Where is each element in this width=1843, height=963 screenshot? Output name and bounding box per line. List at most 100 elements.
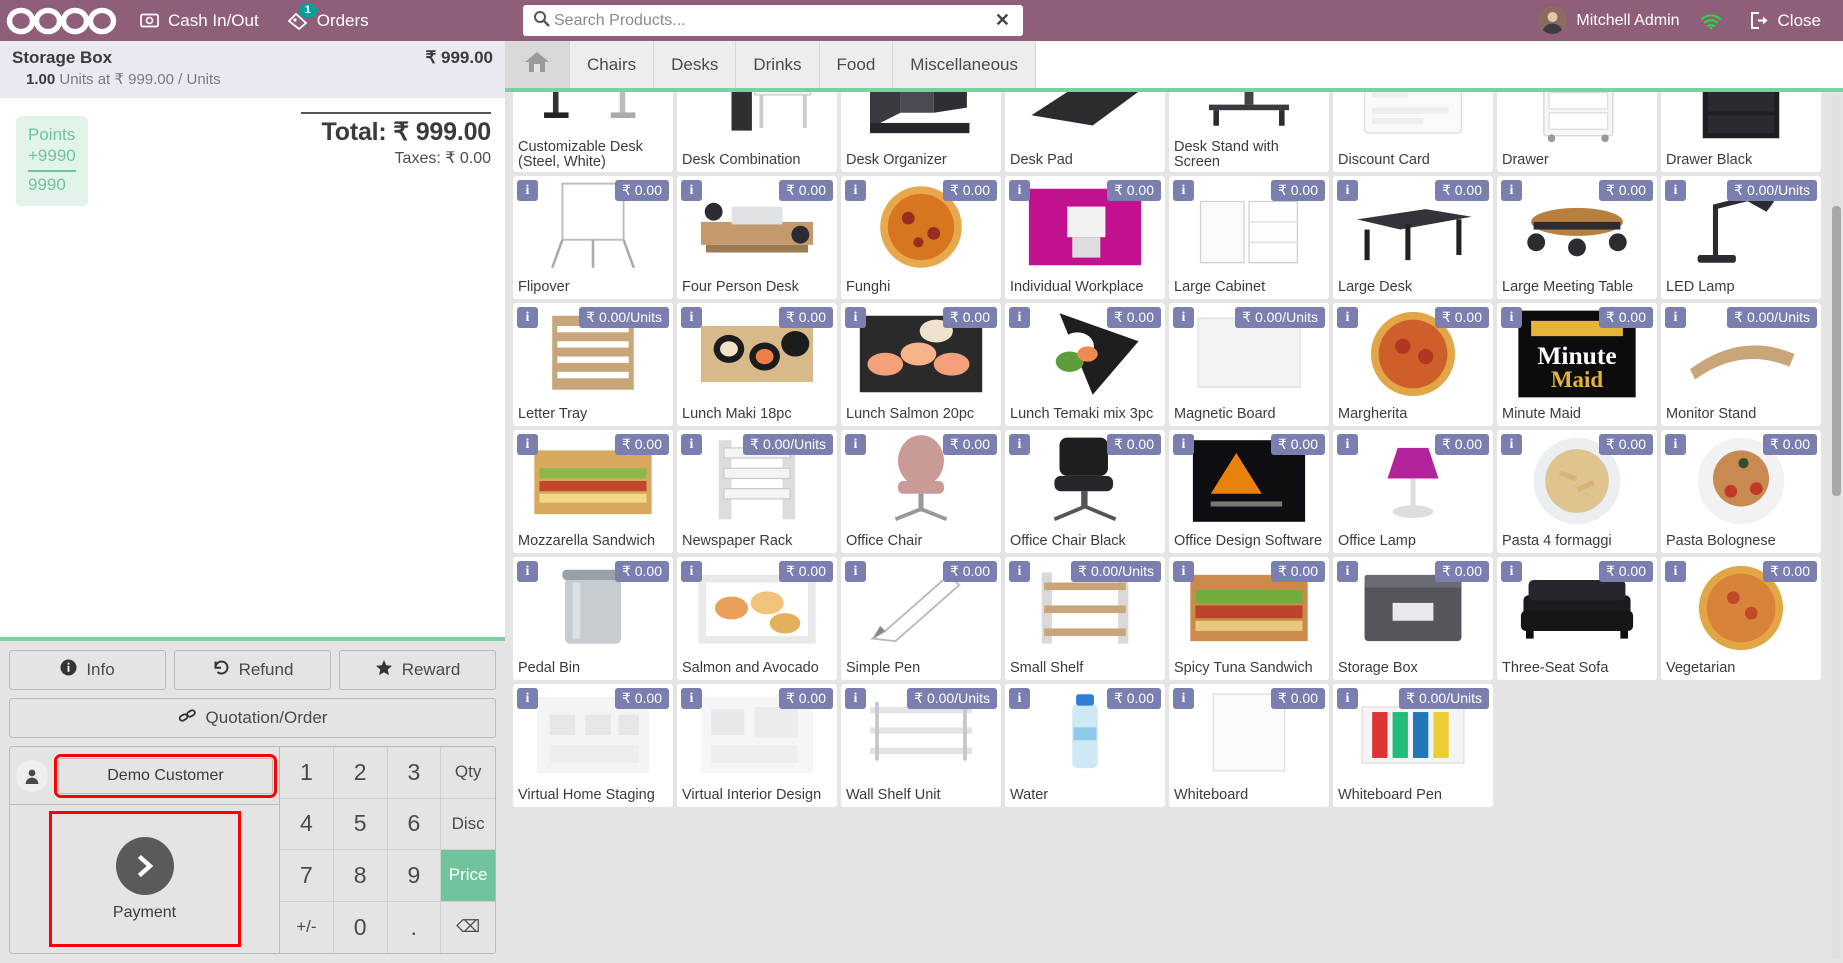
product-info-icon[interactable]: i	[1665, 180, 1686, 201]
product-info-icon[interactable]: i	[845, 180, 866, 201]
product-info-icon[interactable]: i	[845, 307, 866, 328]
product-card[interactable]: i ₹ 0.00 Office Chair Black	[1005, 430, 1165, 553]
category-tab-drinks[interactable]: Drinks	[736, 41, 820, 88]
product-card[interactable]: i ₹ 0.00/Units Wall Shelf Unit	[841, 684, 1001, 807]
product-info-icon[interactable]: i	[1665, 561, 1686, 582]
product-info-icon[interactable]: i	[1009, 688, 1030, 709]
product-card[interactable]: i ₹ 0.00 Water	[1005, 684, 1165, 807]
product-info-icon[interactable]: i	[1173, 434, 1194, 455]
product-card[interactable]: i ₹ 0.00/Units Magnetic Board	[1169, 303, 1329, 426]
product-card[interactable]: i ₹ 0.00/Units Newspaper Rack	[677, 430, 837, 553]
product-info-icon[interactable]: i	[1337, 307, 1358, 328]
product-card[interactable]: Desk Pad	[1005, 92, 1165, 172]
numpad-key-9[interactable]: 9	[387, 850, 442, 902]
product-info-icon[interactable]: i	[1337, 561, 1358, 582]
product-info-icon[interactable]: i	[1501, 561, 1522, 582]
numpad-key-[interactable]: ⌫	[441, 901, 495, 953]
numpad-key-6[interactable]: 6	[387, 798, 442, 850]
product-card[interactable]: i ₹ 0.00 Large Cabinet	[1169, 176, 1329, 299]
avatar[interactable]	[1539, 7, 1567, 34]
numpad-key-Price[interactable]: Price	[441, 850, 495, 902]
product-card[interactable]: i ₹ 0.00 Mozzarella Sandwich	[513, 430, 673, 553]
numpad-key-[interactable]: +/-	[280, 901, 334, 953]
order-line[interactable]: Storage Box ₹ 999.00 1.00 Units at ₹ 999…	[0, 41, 505, 98]
product-card[interactable]: i ₹ 0.00 Margherita	[1333, 303, 1493, 426]
product-card[interactable]: i ₹ 0.00 Four Person Desk	[677, 176, 837, 299]
product-info-icon[interactable]: i	[517, 307, 538, 328]
product-info-icon[interactable]: i	[1665, 434, 1686, 455]
odoo-logo[interactable]	[6, 7, 126, 35]
product-card[interactable]: i ₹ 0.00 Storage Box	[1333, 557, 1493, 680]
product-info-icon[interactable]: i	[845, 688, 866, 709]
product-info-icon[interactable]: i	[1173, 561, 1194, 582]
product-info-icon[interactable]: i	[681, 688, 702, 709]
numpad-key-Disc[interactable]: Disc	[441, 798, 495, 850]
category-tab-miscellaneous[interactable]: Miscellaneous	[893, 41, 1037, 88]
reward-button[interactable]: Reward	[339, 650, 496, 690]
product-card[interactable]: Desk Stand with Screen	[1169, 92, 1329, 172]
clear-search-icon[interactable]: ✕	[992, 10, 1013, 31]
product-card[interactable]: i ₹ 0.00 Individual Workplace	[1005, 176, 1165, 299]
category-tab-home[interactable]	[505, 41, 570, 88]
product-info-icon[interactable]: i	[1501, 180, 1522, 201]
vertical-scrollbar[interactable]	[1832, 96, 1841, 959]
product-card[interactable]: Customizable Desk (Steel, White)	[513, 92, 673, 172]
product-info-icon[interactable]: i	[517, 180, 538, 201]
product-card[interactable]: i ₹ 0.00 Office Design Software	[1169, 430, 1329, 553]
product-card[interactable]: i ₹ 0.00 Spicy Tuna Sandwich	[1169, 557, 1329, 680]
product-info-icon[interactable]: i	[1337, 434, 1358, 455]
product-card[interactable]: i ₹ 0.00 Office Lamp	[1333, 430, 1493, 553]
product-info-icon[interactable]: i	[681, 561, 702, 582]
product-info-icon[interactable]: i	[1501, 434, 1522, 455]
product-card[interactable]: i ₹ 0.00 Simple Pen	[841, 557, 1001, 680]
numpad-key-Qty[interactable]: Qty	[441, 747, 495, 799]
numpad-key-8[interactable]: 8	[333, 850, 388, 902]
wifi-icon[interactable]	[1688, 13, 1734, 29]
category-tab-chairs[interactable]: Chairs	[570, 41, 655, 88]
product-card[interactable]: i ₹ 0.00 Flipover	[513, 176, 673, 299]
product-info-icon[interactable]: i	[1173, 307, 1194, 328]
numpad-key-4[interactable]: 4	[280, 798, 334, 850]
numpad-key-5[interactable]: 5	[333, 798, 388, 850]
product-info-icon[interactable]: i	[1009, 180, 1030, 201]
product-card[interactable]: Minute Maid i ₹ 0.00 Minute Maid	[1497, 303, 1657, 426]
product-info-icon[interactable]: i	[1009, 561, 1030, 582]
product-card[interactable]: i ₹ 0.00/Units Whiteboard Pen	[1333, 684, 1493, 807]
product-info-icon[interactable]: i	[681, 180, 702, 201]
product-card[interactable]: i ₹ 0.00 Whiteboard	[1169, 684, 1329, 807]
search-input[interactable]	[554, 11, 992, 30]
scrollbar-thumb[interactable]	[1832, 206, 1841, 496]
customer-button[interactable]: Demo Customer	[54, 753, 277, 798]
product-card[interactable]: i ₹ 0.00/Units Monitor Stand	[1661, 303, 1821, 426]
numpad-key-7[interactable]: 7	[280, 850, 334, 902]
product-info-icon[interactable]: i	[1009, 434, 1030, 455]
product-card[interactable]: Discount Card	[1333, 92, 1493, 172]
product-card[interactable]: i ₹ 0.00/Units Small Shelf	[1005, 557, 1165, 680]
numpad-key-0[interactable]: 0	[333, 901, 388, 953]
product-info-icon[interactable]: i	[517, 561, 538, 582]
product-card[interactable]: i ₹ 0.00 Three-Seat Sofa	[1497, 557, 1657, 680]
orders-button[interactable]: 1 Orders	[273, 0, 383, 41]
cash-in-out-button[interactable]: Cash In/Out	[126, 0, 273, 41]
close-button[interactable]: Close	[1736, 0, 1835, 41]
product-info-icon[interactable]: i	[845, 561, 866, 582]
product-card[interactable]: i ₹ 0.00 Vegetarian	[1661, 557, 1821, 680]
refund-button[interactable]: Refund	[174, 650, 331, 690]
product-info-icon[interactable]: i	[517, 434, 538, 455]
product-card[interactable]: i ₹ 0.00 Pasta 4 formaggi	[1497, 430, 1657, 553]
quotation-order-button[interactable]: Quotation/Order	[9, 698, 496, 738]
numpad-key-3[interactable]: 3	[387, 747, 442, 799]
category-tab-food[interactable]: Food	[819, 41, 894, 88]
product-card[interactable]: i ₹ 0.00 Pedal Bin	[513, 557, 673, 680]
product-card[interactable]: i ₹ 0.00 Virtual Home Staging	[513, 684, 673, 807]
product-card[interactable]: i ₹ 0.00 Large Desk	[1333, 176, 1493, 299]
product-info-icon[interactable]: i	[1337, 180, 1358, 201]
product-info-icon[interactable]: i	[1009, 307, 1030, 328]
product-card[interactable]: i ₹ 0.00 Lunch Temaki mix 3pc	[1005, 303, 1165, 426]
product-info-icon[interactable]: i	[681, 434, 702, 455]
product-info-icon[interactable]: i	[517, 688, 538, 709]
search-bar[interactable]: ✕	[523, 5, 1023, 36]
product-info-icon[interactable]: i	[1665, 307, 1686, 328]
product-info-icon[interactable]: i	[845, 434, 866, 455]
product-card[interactable]: i ₹ 0.00 Large Meeting Table	[1497, 176, 1657, 299]
